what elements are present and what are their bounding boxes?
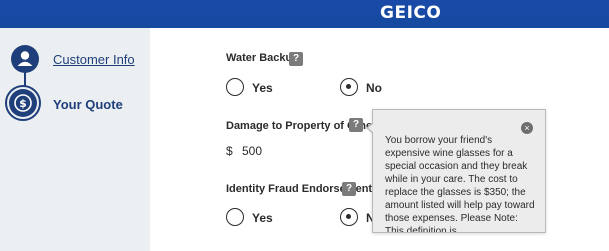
tooltip-close-icon[interactable]: × bbox=[521, 122, 533, 134]
sidebar-item-customer-info[interactable]: Customer Info bbox=[53, 52, 135, 67]
damage-property-value: 500 bbox=[242, 144, 263, 158]
identity-fraud-no-radio[interactable] bbox=[340, 208, 358, 226]
step-your-quote-badge[interactable]: $ bbox=[9, 89, 37, 117]
water-backup-title: Water Backup bbox=[226, 52, 299, 64]
tooltip-text: You borrow your friend's expensive wine … bbox=[385, 135, 535, 233]
water-backup-no-radio[interactable] bbox=[340, 78, 358, 96]
dollar-icon: $ bbox=[14, 94, 32, 112]
tooltip-pointer-fill bbox=[368, 123, 374, 133]
sidebar-item-your-quote[interactable]: Your Quote bbox=[53, 97, 123, 112]
water-backup-help-icon[interactable]: ? bbox=[289, 52, 303, 66]
top-header-bar: GEICO bbox=[0, 0, 609, 28]
identity-fraud-help-icon[interactable]: ? bbox=[342, 182, 356, 196]
damage-property-currency: $ bbox=[226, 144, 233, 158]
water-backup-no-label[interactable]: No bbox=[366, 81, 382, 95]
water-backup-yes-radio[interactable] bbox=[226, 78, 244, 96]
step-customer-info-badge[interactable] bbox=[11, 45, 39, 73]
geico-logo[interactable]: GEICO bbox=[380, 4, 441, 22]
water-backup-yes-label[interactable]: Yes bbox=[252, 81, 273, 95]
help-tooltip: × You borrow your friend's expensive win… bbox=[372, 109, 546, 233]
identity-fraud-yes-label[interactable]: Yes bbox=[252, 211, 273, 225]
damage-property-help-icon[interactable]: ? bbox=[349, 118, 363, 132]
svg-text:$: $ bbox=[19, 97, 27, 110]
person-icon bbox=[17, 51, 33, 66]
identity-fraud-yes-radio[interactable] bbox=[226, 208, 244, 226]
